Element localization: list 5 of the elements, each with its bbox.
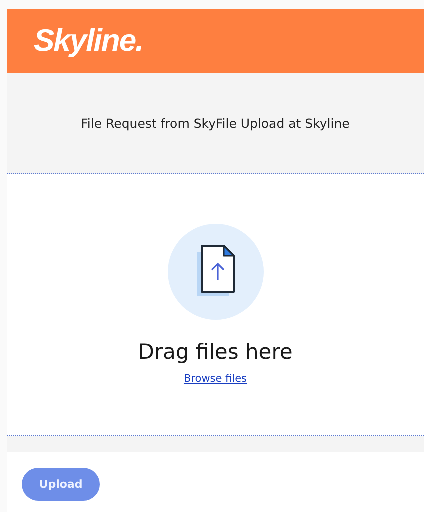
browse-files-link[interactable]: Browse files	[184, 373, 248, 385]
request-title: File Request from SkyFile Upload at Skyline	[81, 116, 350, 130]
drop-prompt: Drag files here	[138, 340, 293, 364]
drop-zone[interactable]: Drag files here Browse files	[7, 174, 424, 436]
logo: Skyline.	[34, 23, 144, 59]
